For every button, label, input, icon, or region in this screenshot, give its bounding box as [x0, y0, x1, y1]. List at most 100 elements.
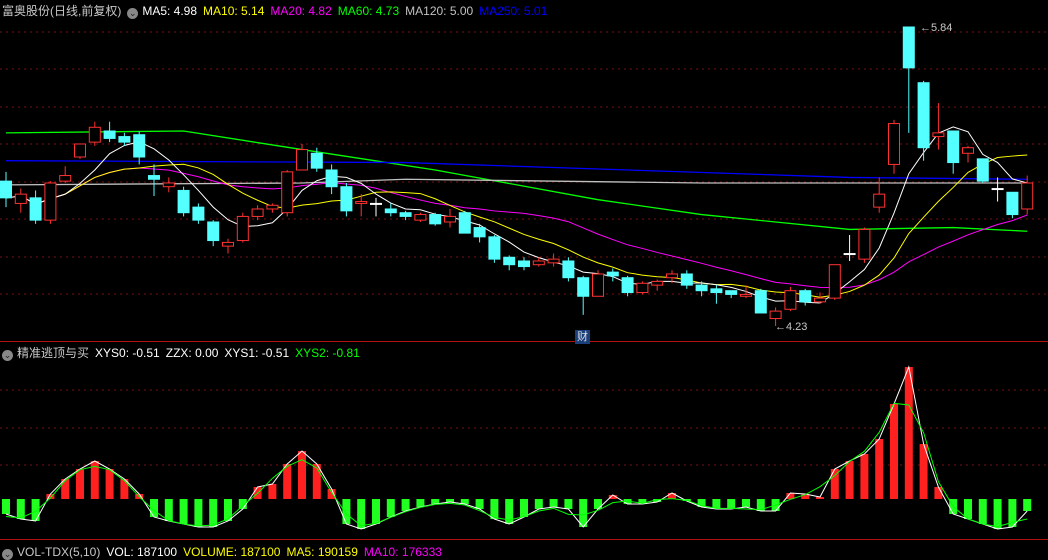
candle-body [103, 130, 116, 139]
low-price-label: ←4.23 [775, 321, 808, 333]
low-value: 4.23 [786, 321, 808, 333]
candle-body [592, 273, 604, 297]
financial-report-badge[interactable]: 财 [575, 330, 590, 344]
ma-value: MA20: 4.82 [270, 4, 332, 18]
candle-body [503, 256, 516, 266]
indicator-bar [594, 499, 602, 509]
candle-body [458, 212, 471, 234]
chevron-down-icon[interactable]: ⌄ [127, 8, 139, 19]
candle-body [251, 208, 264, 217]
candle-body [976, 158, 989, 182]
candle-body [784, 290, 797, 310]
indicator-bar [727, 499, 736, 509]
indicator-bar [268, 484, 277, 499]
indicator-bar [386, 499, 395, 517]
candle-body [621, 277, 634, 294]
candle-body [236, 215, 249, 242]
candle-body [754, 290, 767, 314]
volume-header: ⌄ VOL-TDX(5,10) VOL: 187100 VOLUME: 187100 M… [2, 544, 454, 560]
candle-body [266, 204, 279, 210]
indicator-bar [1023, 499, 1032, 511]
ma20-line [5, 167, 1028, 289]
indicator-title: 精准逃顶与买 [17, 346, 90, 360]
candle-body [177, 189, 190, 214]
candle-body [577, 277, 590, 297]
candle-body [340, 186, 353, 212]
panel-separator [0, 539, 1048, 540]
candle-body [947, 130, 960, 164]
candle-body [902, 26, 915, 69]
candle-body [310, 152, 323, 169]
volume-value: VOL-TDX(5,10) [17, 545, 101, 559]
panel-separator [0, 341, 1048, 342]
candle-body [488, 236, 501, 260]
candle-body [133, 134, 146, 158]
candle-body [932, 132, 945, 138]
candle-body [444, 215, 456, 223]
candle-body [532, 260, 545, 266]
chevron-down-icon[interactable]: ⌄ [2, 549, 13, 560]
candle-body [88, 126, 101, 143]
indicator-bar [742, 499, 750, 507]
indicator-bar [549, 499, 558, 507]
candle-body [355, 201, 368, 204]
high-value: 5.84 [931, 22, 953, 34]
indicator-bar [357, 499, 366, 529]
indicator-bar [845, 461, 854, 499]
candle-body [858, 228, 871, 260]
ma-value: MA10: 5.14 [203, 4, 265, 18]
indicator-value: ZZX: 0.00 [165, 346, 219, 360]
indicator-value: XYS1: -0.51 [224, 346, 290, 360]
candle-body [370, 202, 382, 205]
candle-body [192, 206, 205, 221]
chevron-down-icon[interactable]: ⌄ [2, 350, 13, 361]
indicator-bar [964, 499, 972, 519]
indicator-bar [164, 499, 173, 521]
volume-value: VOL: 187100 [106, 545, 178, 559]
indicator-bar [105, 469, 114, 499]
indicator-bar [283, 464, 292, 499]
candle-body [740, 293, 752, 297]
candle-body [695, 284, 708, 292]
candle-body [917, 82, 930, 149]
indicator-bar [76, 469, 84, 499]
indicator-bar [520, 499, 528, 517]
indicator-bar [298, 451, 306, 499]
candle-body [991, 188, 1004, 191]
candle-body [384, 208, 397, 214]
candle-body [636, 282, 649, 294]
kline-chart [0, 26, 1048, 530]
candle-body [873, 193, 886, 208]
candle-body [888, 123, 900, 165]
xys1-line [5, 365, 1028, 530]
candle-body [325, 169, 338, 188]
candle-body [828, 264, 841, 299]
indicator-bar [875, 439, 884, 499]
candle-body [162, 182, 175, 188]
candle-body [429, 214, 442, 225]
indicator-bar [416, 499, 425, 507]
candle-body [606, 271, 619, 277]
candle-body [1021, 182, 1034, 210]
indicator-bar [16, 499, 25, 519]
candle-body [59, 175, 72, 182]
indicator-bar [564, 499, 573, 509]
volume-value: VOLUME: 187100 [183, 545, 281, 559]
candle-body [562, 260, 575, 279]
candle-body [29, 197, 42, 221]
candle-body [710, 288, 723, 294]
indicator-value: XYS2: -0.81 [295, 346, 360, 360]
indicator-bar [224, 499, 232, 521]
candle-body [814, 297, 826, 303]
candle-body [680, 273, 693, 286]
indicator-bar [342, 499, 351, 524]
indicator-bar [978, 499, 987, 524]
indicator-bar [194, 499, 203, 527]
indicator-bar [668, 493, 676, 499]
candle-body [296, 149, 308, 171]
indicator-value: XYS0: -0.51 [95, 346, 160, 360]
candle-body [666, 273, 678, 279]
candle-body [222, 241, 234, 247]
candle-body [281, 171, 294, 214]
candle-body [148, 175, 160, 180]
